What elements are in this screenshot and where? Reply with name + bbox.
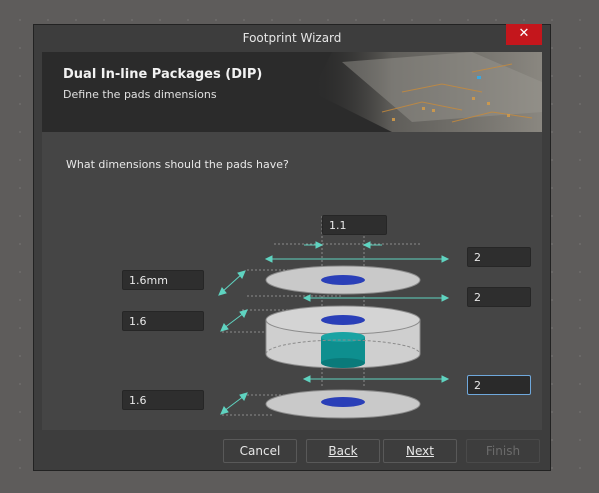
middle-hole [321, 315, 365, 325]
bottom-pad-length-field[interactable]: 1.6 [122, 390, 204, 410]
pcb-banner-image [312, 52, 542, 132]
middle-pad-diameter-field[interactable]: 2 [467, 287, 531, 307]
top-pad-length-field[interactable]: 1.6mm [122, 270, 204, 290]
back-button[interactable]: Back [306, 439, 380, 463]
bottom-pad-diameter-field[interactable]: 2 [467, 375, 531, 395]
window-title: Footprint Wizard [242, 31, 342, 45]
bottom-hole [321, 397, 365, 407]
top-pad-diameter-field[interactable]: 2 [467, 247, 531, 267]
cancel-button[interactable]: Cancel [223, 439, 297, 463]
top-hole [321, 275, 365, 285]
middle-pad-length-field[interactable]: 1.6 [122, 311, 204, 331]
banner-subheading: Define the pads dimensions [63, 88, 217, 101]
footprint-wizard-dialog: Footprint Wizard ✕ Dual In-line Packages… [33, 24, 551, 471]
barrel-bottom [321, 358, 365, 368]
close-icon: ✕ [518, 26, 530, 41]
hole-size-field[interactable]: 1.1 [322, 215, 387, 235]
next-button[interactable]: Next [383, 439, 457, 463]
header-banner: Dual In-line Packages (DIP) Define the p… [42, 52, 542, 132]
content-panel: What dimensions should the pads have? 1.… [42, 132, 542, 430]
close-button[interactable]: ✕ [506, 24, 542, 45]
finish-button[interactable]: Finish [466, 439, 540, 463]
banner-heading: Dual In-line Packages (DIP) [63, 67, 263, 82]
title-bar: Footprint Wizard ✕ [34, 24, 550, 51]
